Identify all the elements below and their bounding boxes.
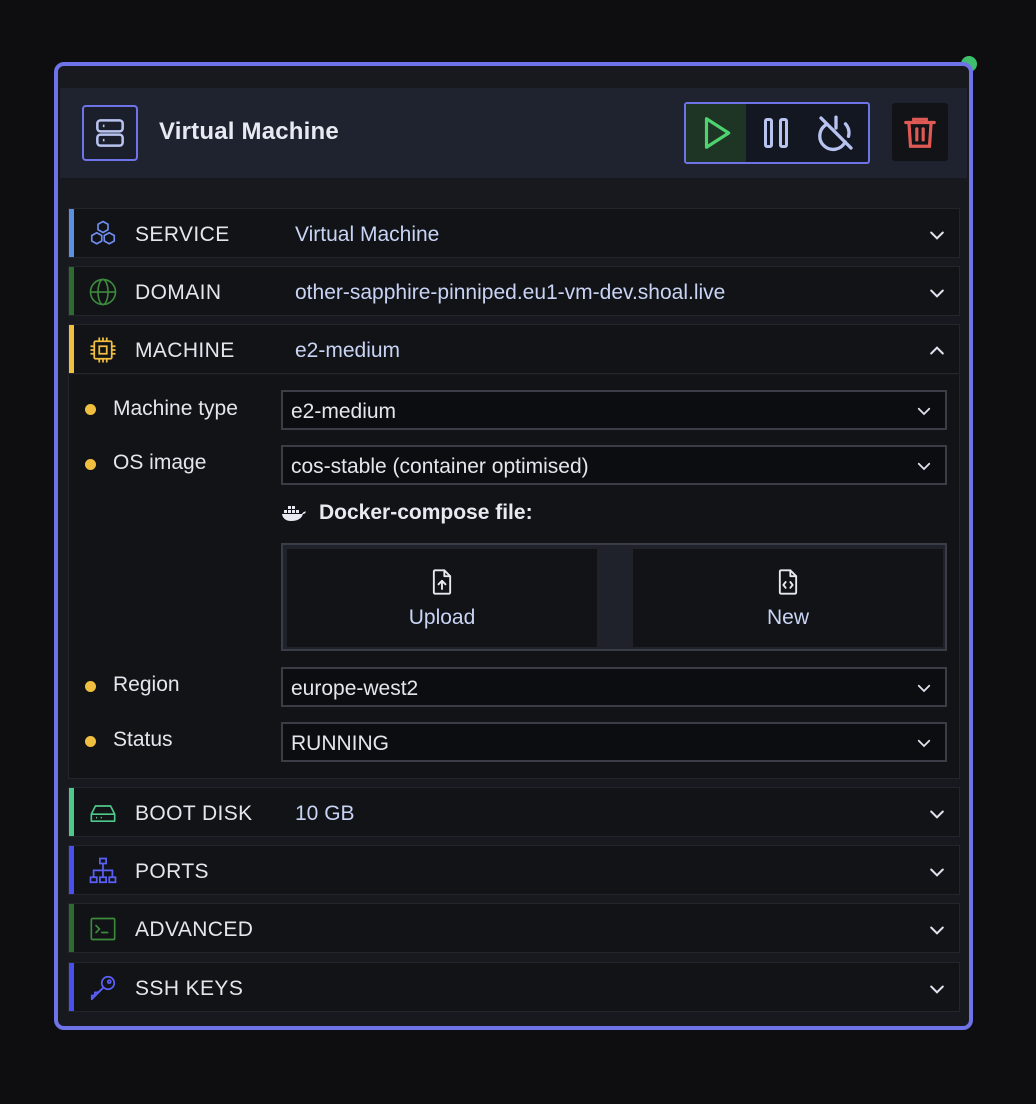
section-accent-bar: [69, 846, 74, 894]
section-accent-bar: [69, 904, 74, 952]
section-accent-bar: [69, 325, 74, 373]
section-label: BOOT DISK: [135, 802, 253, 825]
status-label: Status: [113, 728, 173, 751]
new-file-button[interactable]: New: [633, 549, 943, 647]
machine-type-select[interactable]: e2-medium: [281, 390, 947, 430]
section-label: DOMAIN: [135, 281, 222, 304]
server-icon: [82, 105, 138, 161]
file-code-icon: [778, 569, 798, 595]
status-value: RUNNING: [291, 732, 389, 755]
cubes-icon: [87, 219, 119, 249]
upload-label: Upload: [408, 606, 476, 629]
pause-button[interactable]: [746, 104, 806, 162]
file-upload-icon: [432, 569, 452, 595]
section-ssh-keys[interactable]: SSH KEYS: [68, 962, 960, 1012]
globe-icon: [87, 277, 119, 307]
region-label: Region: [113, 673, 180, 696]
section-accent-bar: [69, 267, 74, 315]
key-icon: [87, 973, 119, 1003]
chevron-down-icon: [930, 289, 944, 298]
machine-type-label: Machine type: [113, 397, 238, 420]
chevron-up-icon: [930, 346, 944, 355]
section-service[interactable]: SERVICE Virtual Machine: [68, 208, 960, 258]
region-select[interactable]: europe-west2: [281, 667, 947, 707]
section-accent-bar: [69, 963, 74, 1011]
machine-panel: Machine type e2-medium OS image cos-stab…: [68, 375, 960, 779]
chevron-down-icon: [917, 739, 931, 748]
play-icon: [704, 117, 731, 149]
vm-controls: [684, 102, 870, 164]
required-dot: [85, 736, 96, 747]
section-domain[interactable]: DOMAIN other-sapphire-pinniped.eu1-vm-de…: [68, 266, 960, 316]
section-label: SSH KEYS: [135, 977, 244, 1000]
vm-card: Virtual Machine SERVICE Virtual Machine …: [54, 62, 973, 1030]
required-dot: [85, 459, 96, 470]
section-value: 10 GB: [295, 802, 355, 825]
section-label: PORTS: [135, 860, 209, 883]
section-label: SERVICE: [135, 223, 230, 246]
chevron-down-icon: [930, 985, 944, 994]
chevron-down-icon: [930, 810, 944, 819]
section-value: Virtual Machine: [295, 223, 440, 246]
section-label: MACHINE: [135, 339, 235, 362]
start-button[interactable]: [686, 104, 746, 162]
docker-compose-options: Upload New: [281, 543, 947, 651]
section-boot-disk[interactable]: BOOT DISK 10 GB: [68, 787, 960, 837]
page-title: Virtual Machine: [159, 118, 339, 145]
os-image-label: OS image: [113, 451, 207, 474]
chevron-down-icon: [917, 684, 931, 693]
docker-compose-row: Docker-compose file:: [281, 501, 533, 525]
section-value: other-sapphire-pinniped.eu1-vm-dev.shoal…: [295, 281, 726, 304]
power-off-button[interactable]: [806, 104, 866, 162]
os-image-select[interactable]: cos-stable (container optimised): [281, 445, 947, 485]
os-image-value: cos-stable (container optimised): [291, 455, 589, 478]
docker-compose-label: Docker-compose file:: [319, 501, 533, 524]
section-machine[interactable]: MACHINE e2-medium: [68, 324, 960, 374]
status-select[interactable]: RUNNING: [281, 722, 947, 762]
section-accent-bar: [69, 209, 74, 257]
section-ports[interactable]: PORTS: [68, 845, 960, 895]
new-label: New: [766, 606, 809, 629]
card-header: Virtual Machine: [60, 88, 967, 178]
network-icon: [87, 856, 119, 886]
hard-drive-icon: [87, 798, 119, 828]
pause-icon: [764, 118, 788, 148]
chevron-down-icon: [930, 926, 944, 935]
section-advanced[interactable]: ADVANCED: [68, 903, 960, 953]
power-off-icon: [818, 115, 853, 152]
chevron-down-icon: [917, 462, 931, 471]
chevron-down-icon: [917, 407, 931, 416]
region-value: europe-west2: [291, 677, 419, 700]
docker-icon: [282, 506, 306, 521]
upload-button[interactable]: Upload: [287, 549, 597, 647]
delete-button[interactable]: [892, 103, 948, 161]
terminal-icon: [87, 914, 119, 944]
trash-icon: [904, 117, 936, 148]
required-dot: [85, 404, 96, 415]
section-value: e2-medium: [295, 339, 401, 362]
machine-type-value: e2-medium: [291, 400, 397, 423]
section-accent-bar: [69, 788, 74, 836]
section-label: ADVANCED: [135, 918, 254, 941]
chevron-down-icon: [930, 868, 944, 877]
required-dot: [85, 681, 96, 692]
cpu-icon: [87, 335, 119, 365]
chevron-down-icon: [930, 231, 944, 240]
